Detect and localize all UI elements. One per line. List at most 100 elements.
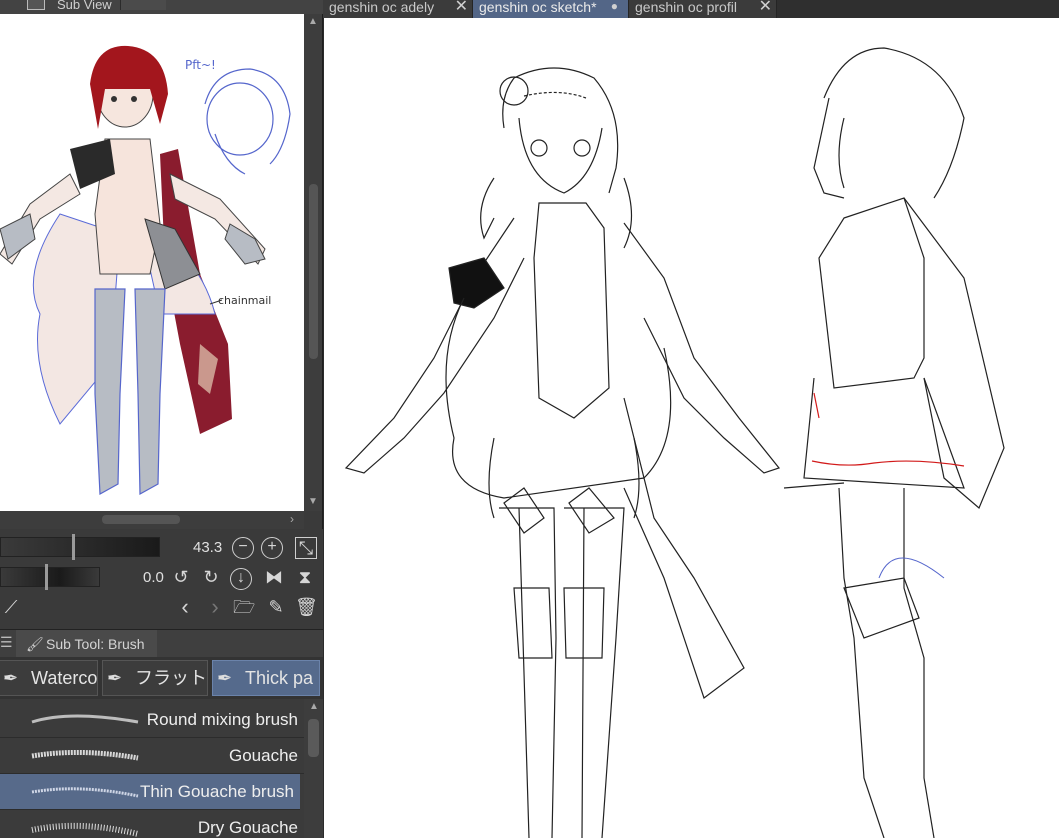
hscroll-thumb[interactable] [102, 515, 180, 524]
eyedropper-icon[interactable]: ⟋ [0, 597, 22, 619]
panel-menu-icon[interactable]: ☰ [0, 634, 13, 651]
sketch-hair [204, 68, 291, 175]
thigh-lines [488, 437, 640, 519]
face-outline [518, 117, 603, 194]
leg-left [94, 288, 126, 495]
reference-illustration: Pft~! chainmail [0, 45, 291, 496]
brush-item-thin-gouache[interactable]: Thin Gouache brush [0, 774, 300, 810]
scroll-up-arrow-icon[interactable]: ▲ [308, 16, 318, 27]
left-arm [344, 217, 525, 474]
brush-list-scroll-thumb[interactable] [308, 719, 319, 757]
scroll-down-arrow-icon[interactable]: ▼ [308, 496, 318, 507]
brush-stroke-preview [31, 787, 139, 798]
zoom-in-icon[interactable]: + [261, 537, 283, 559]
tab-genshin-oc-profile[interactable]: genshin oc profil ✕ [629, 0, 777, 18]
brush-stroke-preview [31, 822, 139, 837]
side-legs [838, 487, 935, 838]
skirt-outline [445, 297, 672, 499]
side-skirt [803, 377, 965, 489]
brush-tab-flat[interactable]: ✒ フラット [102, 660, 208, 696]
close-icon[interactable]: ✕ [759, 0, 772, 15]
annotation-chainmail: chainmail [218, 294, 271, 307]
brush-tab-watercolor[interactable]: ✒ Waterco [0, 660, 98, 696]
close-icon[interactable]: ✕ [455, 0, 468, 15]
scroll-up-arrow-icon[interactable]: ▲ [309, 701, 319, 712]
rotate-right-icon[interactable]: ↻ [200, 567, 222, 589]
knee-guards [503, 487, 615, 534]
document-tabs: genshin oc adely ✕ genshin oc sketch* ● … [323, 0, 1059, 18]
clip-studio-window: Sub View Pft~! chainmail ▲ ▼ › 43.3 − + … [0, 0, 1059, 838]
subview-title[interactable]: Sub View [57, 0, 112, 12]
brush-item-dry-gouache[interactable]: Dry Gouache [0, 810, 304, 838]
eye-left [111, 96, 117, 102]
trash-icon[interactable]: 🗑 [295, 597, 318, 619]
rotate-slider-knob[interactable] [45, 564, 48, 590]
right-leg [564, 507, 625, 838]
main-drawing-canvas[interactable] [324, 18, 1059, 838]
navigator-controls: 43.3 − + ⤡ 0.0 ↺ ↻ ↓ ⧓ ⧗ ⟋ ‹ › 🗁 ✎ 🗑 [0, 529, 323, 629]
fit-to-window-icon[interactable]: ⤡ [295, 537, 317, 559]
tiara [523, 91, 587, 99]
sketch-head [206, 82, 274, 156]
open-folder-icon[interactable]: 🗁 [233, 597, 255, 619]
flip-vertical-icon[interactable]: ⧗ [294, 567, 316, 589]
eye-right [131, 96, 137, 102]
black-sleeve-ornament [448, 257, 505, 309]
rotate-slider[interactable] [0, 567, 100, 587]
tab-genshin-oc-adely[interactable]: genshin oc adely ✕ [323, 0, 473, 18]
right-arm [623, 222, 781, 474]
brush-item-round-mixing[interactable]: Round mixing brush [0, 702, 304, 738]
front-torso [533, 202, 610, 419]
zoom-out-icon[interactable]: − [232, 537, 254, 559]
subview-tab-2[interactable] [120, 0, 166, 10]
unsaved-dot-icon[interactable]: ● [611, 0, 618, 14]
subview-reference-image[interactable]: Pft~! chainmail [0, 14, 304, 511]
edit-icon[interactable]: ✎ [265, 597, 287, 619]
subview-horizontal-scrollbar[interactable]: › [0, 511, 304, 529]
red-mark [813, 392, 820, 419]
side-torso [818, 197, 925, 389]
brush-list: Round mixing brush Gouache Thin Gouache … [0, 699, 304, 838]
annotation-pft: Pft~! [185, 58, 216, 72]
side-knee-armor [843, 577, 920, 639]
blue-guide-stroke [878, 557, 945, 579]
rotate-value[interactable]: 0.0 [143, 569, 164, 586]
previous-image-icon[interactable]: ‹ [174, 596, 196, 619]
brush-stroke-preview [31, 749, 139, 761]
brush-item-gouache[interactable]: Gouache [0, 738, 304, 774]
zoom-slider[interactable] [0, 537, 160, 557]
tab-subtool-brush[interactable]: 🖌 Sub Tool: Brush [16, 630, 157, 658]
line-art-sketch [344, 47, 1005, 838]
zoom-value[interactable]: 43.3 [193, 539, 222, 556]
side-view-figure [783, 47, 1005, 838]
scroll-thumb[interactable] [309, 184, 318, 359]
knee-armor [513, 587, 605, 659]
tab-genshin-oc-sketch[interactable]: genshin oc sketch* ● [473, 0, 629, 18]
subview-vertical-scrollbar[interactable]: ▲ ▼ [304, 14, 322, 511]
left-leg [499, 507, 557, 838]
subtool-header: ☰ 🖌 Sub Tool: Brush [0, 629, 323, 658]
thick-paint-brush-icon: ✒ [217, 668, 233, 688]
rotate-left-icon[interactable]: ↺ [170, 567, 192, 589]
watercolor-brush-icon: ✒ [3, 668, 19, 688]
brush-list-scrollbar[interactable]: ▲ [304, 699, 323, 838]
next-image-icon[interactable]: › [204, 596, 226, 619]
flat-brush-icon: ✒ [107, 668, 123, 688]
flip-horizontal-icon[interactable]: ⧓ [263, 567, 285, 589]
zoom-slider-knob[interactable] [72, 534, 75, 560]
reset-rotation-icon[interactable]: ↓ [230, 568, 252, 590]
subview-icon[interactable] [27, 0, 45, 10]
left-panel: Sub View Pft~! chainmail ▲ ▼ › 43.3 − + … [0, 0, 323, 838]
leg-right [134, 288, 166, 496]
ground-stroke [783, 482, 845, 489]
brush-tab-thick-paint[interactable]: ✒ Thick pa [212, 660, 320, 696]
brush-stroke-preview [31, 714, 139, 724]
subview-header: Sub View [0, 0, 323, 14]
eye-left [530, 139, 548, 157]
scroll-right-arrow-icon[interactable]: › [290, 512, 294, 526]
front-view-figure [344, 67, 781, 838]
side-hair-outline [823, 47, 965, 199]
brush-category-tabs: ✒ Waterco ✒ フラット ✒ Thick pa [0, 657, 323, 699]
brush-icon: 🖌 [26, 636, 44, 652]
side-hair [480, 177, 633, 249]
